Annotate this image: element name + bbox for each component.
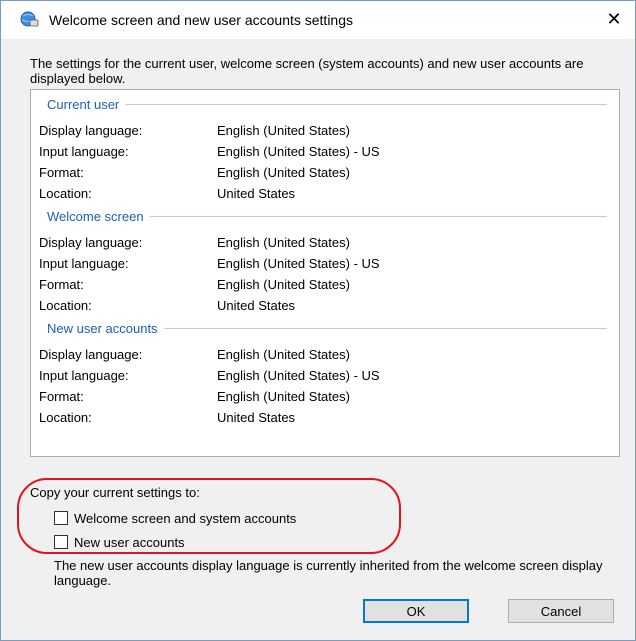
setting-label: Input language: (39, 368, 129, 383)
settings-summary-panel: Current user Display language: English (… (30, 89, 620, 457)
checkbox-label[interactable]: New user accounts (74, 535, 185, 550)
setting-label: Format: (39, 277, 84, 292)
globe-keyboard-icon (20, 11, 39, 27)
section-divider (149, 215, 607, 217)
setting-value: English (United States) - US (217, 368, 380, 383)
section-title: Current user (47, 96, 120, 112)
setting-value: English (United States) (217, 165, 350, 180)
section-divider (125, 103, 607, 105)
setting-value: English (United States) - US (217, 144, 380, 159)
checkbox-new-user-accounts[interactable]: New user accounts (54, 533, 185, 551)
setting-label: Display language: (39, 123, 143, 138)
setting-label: Location: (39, 186, 92, 201)
section-divider (163, 327, 607, 329)
setting-value: English (United States) (217, 277, 350, 292)
checkbox-box[interactable] (54, 511, 68, 525)
inheritance-note: The new user accounts display language i… (54, 558, 603, 588)
setting-value: United States (217, 186, 296, 201)
setting-value: English (United States) (217, 347, 350, 362)
setting-label: Input language: (39, 144, 129, 159)
ok-button[interactable]: OK (363, 599, 469, 623)
copy-settings-label: Copy your current settings to: (30, 485, 200, 500)
setting-value: United States (217, 298, 296, 313)
setting-label: Location: (39, 410, 92, 425)
window-title: Welcome screen and new user accounts set… (49, 12, 354, 28)
checkbox-label[interactable]: Welcome screen and system accounts (74, 511, 296, 526)
settings-dialog: Welcome screen and new user accounts set… (0, 0, 636, 641)
close-button[interactable]: ✕ (599, 5, 629, 33)
setting-value: English (United States) - US (217, 256, 380, 271)
intro-text: The settings for the current user, welco… (30, 56, 584, 86)
checkbox-box[interactable] (54, 535, 68, 549)
setting-value: English (United States) (217, 123, 350, 138)
title-bar: Welcome screen and new user accounts set… (1, 1, 635, 39)
setting-label: Format: (39, 165, 84, 180)
setting-value: English (United States) (217, 235, 350, 250)
section-title: New user accounts (47, 320, 158, 336)
setting-value: English (United States) (217, 389, 350, 404)
setting-label: Format: (39, 389, 84, 404)
section-title: Welcome screen (47, 208, 144, 224)
setting-label: Display language: (39, 347, 143, 362)
cancel-button[interactable]: Cancel (508, 599, 614, 623)
setting-label: Location: (39, 298, 92, 313)
setting-value: United States (217, 410, 296, 425)
checkbox-welcome-screen[interactable]: Welcome screen and system accounts (54, 509, 296, 527)
setting-label: Display language: (39, 235, 143, 250)
setting-label: Input language: (39, 256, 129, 271)
